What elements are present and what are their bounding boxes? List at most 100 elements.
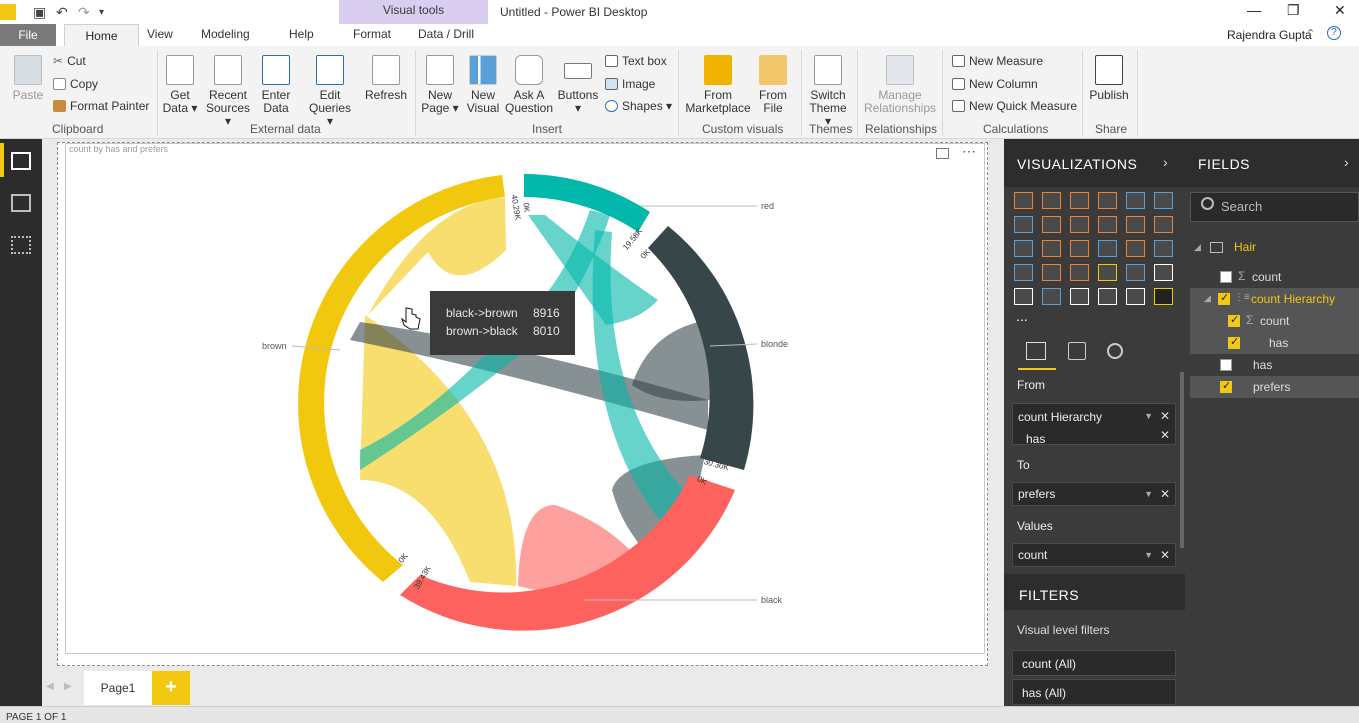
- publish-button[interactable]: Publish: [1087, 55, 1131, 102]
- line-chart-icon[interactable]: [1014, 216, 1033, 233]
- chart-tooltip: black->brown 8916 brown->black 8010: [430, 291, 575, 355]
- tick-label: 19.58K: [621, 226, 645, 252]
- from-well[interactable]: count Hierarchy ▼ ✕ has ✕: [1012, 403, 1176, 446]
- field-count-hierarchy[interactable]: ◢ ⋮≡ count Hierarchy: [1190, 288, 1359, 310]
- waterfall-icon[interactable]: [1014, 240, 1033, 257]
- fields-search-input[interactable]: Search: [1190, 192, 1359, 222]
- clustered-bar-icon[interactable]: [1070, 192, 1089, 209]
- to-well-label: To: [1017, 458, 1030, 472]
- scatter-icon[interactable]: [1042, 240, 1061, 257]
- visual-level-filters-label: Visual level filters: [1017, 623, 1110, 637]
- dropdown-icon[interactable]: ▼: [1144, 489, 1153, 499]
- close-icon[interactable]: ✕: [1334, 2, 1346, 19]
- field-has[interactable]: has: [1190, 354, 1359, 376]
- publish-label: Publish: [1089, 88, 1129, 102]
- hierarchy-field-has[interactable]: has: [1190, 332, 1359, 354]
- slicer-icon[interactable]: [1014, 288, 1033, 305]
- card-icon[interactable]: [1098, 264, 1117, 281]
- dropdown-icon[interactable]: ▼: [1144, 550, 1153, 560]
- publish-icon: [1095, 55, 1123, 85]
- pane-scrollbar[interactable]: [1180, 372, 1184, 548]
- treemap-icon[interactable]: [1126, 240, 1145, 257]
- hierarchy-field-count[interactable]: Σ count: [1190, 310, 1359, 332]
- scroll-left-icon[interactable]: ◀: [46, 681, 54, 692]
- arcgis-icon[interactable]: [1126, 288, 1145, 305]
- field-checkbox[interactable]: [1228, 335, 1240, 349]
- table-visual-icon[interactable]: [1042, 288, 1061, 305]
- collapse-arrow-icon[interactable]: ◢: [1194, 242, 1201, 253]
- fields-title: FIELDS: [1198, 156, 1251, 172]
- field-name: count: [1260, 314, 1290, 328]
- minimize-icon[interactable]: —: [1247, 2, 1261, 18]
- collapse-visualizations-icon[interactable]: ›: [1163, 154, 1168, 170]
- more-visuals-icon[interactable]: ...: [1016, 308, 1028, 324]
- ribbon-chart-icon[interactable]: [1154, 216, 1173, 233]
- multi-row-card-icon[interactable]: [1126, 264, 1145, 281]
- field-checkbox[interactable]: [1218, 291, 1230, 305]
- visualizations-title: VISUALIZATIONS: [1017, 156, 1138, 172]
- tooltip-label: brown->black: [446, 324, 518, 338]
- donut-icon[interactable]: [1098, 240, 1117, 257]
- from-sub-field[interactable]: has: [1018, 424, 1175, 446]
- stacked-column-icon[interactable]: [1042, 192, 1061, 209]
- field-checkbox[interactable]: [1220, 359, 1232, 371]
- to-well[interactable]: prefers ▼ ✕: [1012, 482, 1176, 506]
- help-icon[interactable]: ?: [1327, 26, 1341, 40]
- remove-field-icon[interactable]: ✕: [1160, 487, 1170, 501]
- gauge-icon[interactable]: [1070, 264, 1089, 281]
- stacked-area-icon[interactable]: [1070, 216, 1089, 233]
- remove-field-icon[interactable]: ✕: [1160, 409, 1170, 423]
- funnel-icon[interactable]: [1042, 264, 1061, 281]
- percent-bar-icon[interactable]: [1126, 192, 1145, 209]
- line-column-icon[interactable]: [1098, 216, 1117, 233]
- field-checkbox[interactable]: [1220, 379, 1232, 393]
- pie-chart-icon[interactable]: [1070, 240, 1089, 257]
- node-label-blonde: blonde: [761, 339, 788, 349]
- fields-tab-icon[interactable]: [1026, 342, 1046, 360]
- node-label-brown: brown: [262, 341, 287, 351]
- field-checkbox[interactable]: [1220, 271, 1232, 283]
- collapse-ribbon-icon[interactable]: ⌃: [1306, 27, 1315, 40]
- format-paint-roller-icon[interactable]: [1068, 342, 1086, 360]
- area-chart-icon[interactable]: [1042, 216, 1061, 233]
- remove-field-icon[interactable]: ✕: [1160, 428, 1170, 442]
- field-count[interactable]: Σ count: [1190, 266, 1359, 288]
- ribbon-blonde-blonde: [632, 320, 710, 401]
- analytics-magnifier-icon[interactable]: [1107, 343, 1123, 359]
- collapse-fields-icon[interactable]: ›: [1344, 154, 1349, 170]
- globe-map-icon[interactable]: [1154, 240, 1173, 257]
- values-well[interactable]: count ▼ ✕: [1012, 543, 1176, 567]
- kpi-icon[interactable]: [1154, 264, 1173, 281]
- node-label-red: red: [761, 201, 774, 211]
- user-name[interactable]: Rajendra Gupta: [1227, 28, 1312, 42]
- stacked-bar-icon[interactable]: [1014, 192, 1033, 209]
- values-well-label: Values: [1017, 519, 1053, 533]
- table-hair[interactable]: ◢ Hair: [1190, 237, 1359, 259]
- filter-card[interactable]: has (All): [1012, 679, 1176, 705]
- filled-map-icon[interactable]: [1014, 264, 1033, 281]
- page-tab-page1[interactable]: Page1: [84, 671, 152, 705]
- collapse-arrow-icon[interactable]: ◢: [1204, 293, 1211, 304]
- line-clustered-column-icon[interactable]: [1126, 216, 1145, 233]
- dropdown-icon[interactable]: ▼: [1144, 411, 1153, 421]
- tooltip-row: brown->black 8010: [446, 324, 575, 338]
- percent-column-icon[interactable]: [1154, 192, 1173, 209]
- values-field[interactable]: count: [1018, 548, 1047, 562]
- r-visual-icon[interactable]: [1098, 288, 1117, 305]
- add-page-button[interactable]: +: [152, 671, 190, 705]
- filter-card[interactable]: count (All): [1012, 650, 1176, 676]
- clustered-column-icon[interactable]: [1098, 192, 1117, 209]
- chord-icon[interactable]: [1154, 288, 1173, 305]
- hierarchy-icon: ⋮≡: [1234, 292, 1250, 303]
- field-name: prefers: [1253, 380, 1291, 394]
- from-field[interactable]: count Hierarchy: [1018, 410, 1102, 424]
- remove-field-icon[interactable]: ✕: [1160, 548, 1170, 562]
- field-prefers[interactable]: prefers: [1190, 376, 1359, 398]
- field-checkbox[interactable]: [1228, 313, 1240, 327]
- tooltip-value: 8010: [533, 324, 560, 338]
- window-controls: — ❐ ✕: [1240, 0, 1359, 22]
- scroll-right-icon[interactable]: ▶: [64, 681, 72, 692]
- to-field[interactable]: prefers: [1018, 487, 1055, 501]
- maximize-icon[interactable]: ❐: [1287, 2, 1300, 19]
- matrix-icon[interactable]: [1070, 288, 1089, 305]
